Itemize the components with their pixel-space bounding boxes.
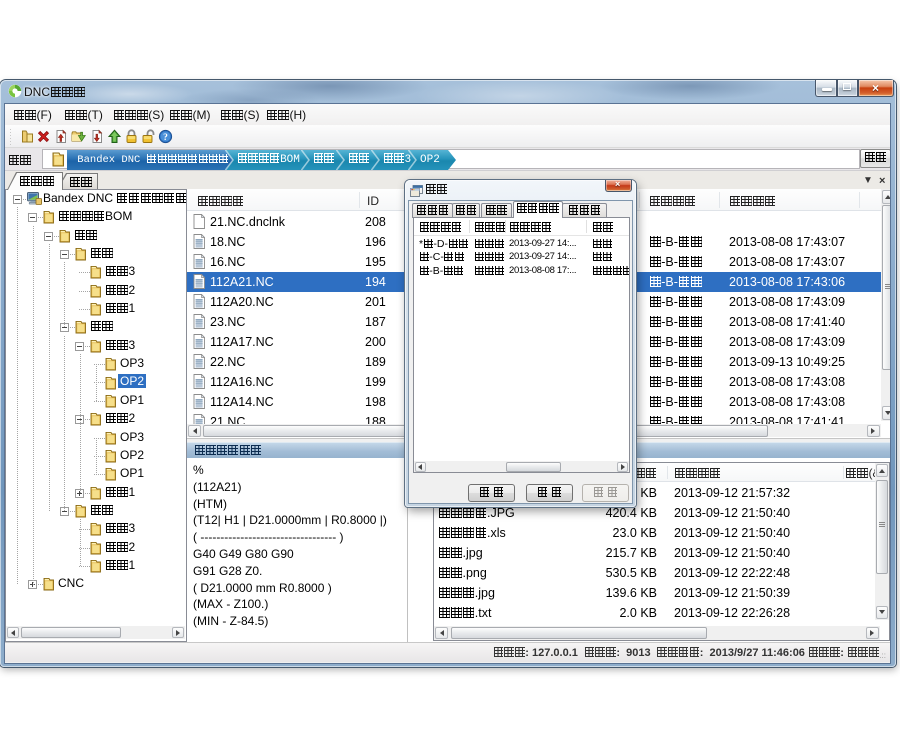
svg-text:?: ? <box>163 133 168 143</box>
